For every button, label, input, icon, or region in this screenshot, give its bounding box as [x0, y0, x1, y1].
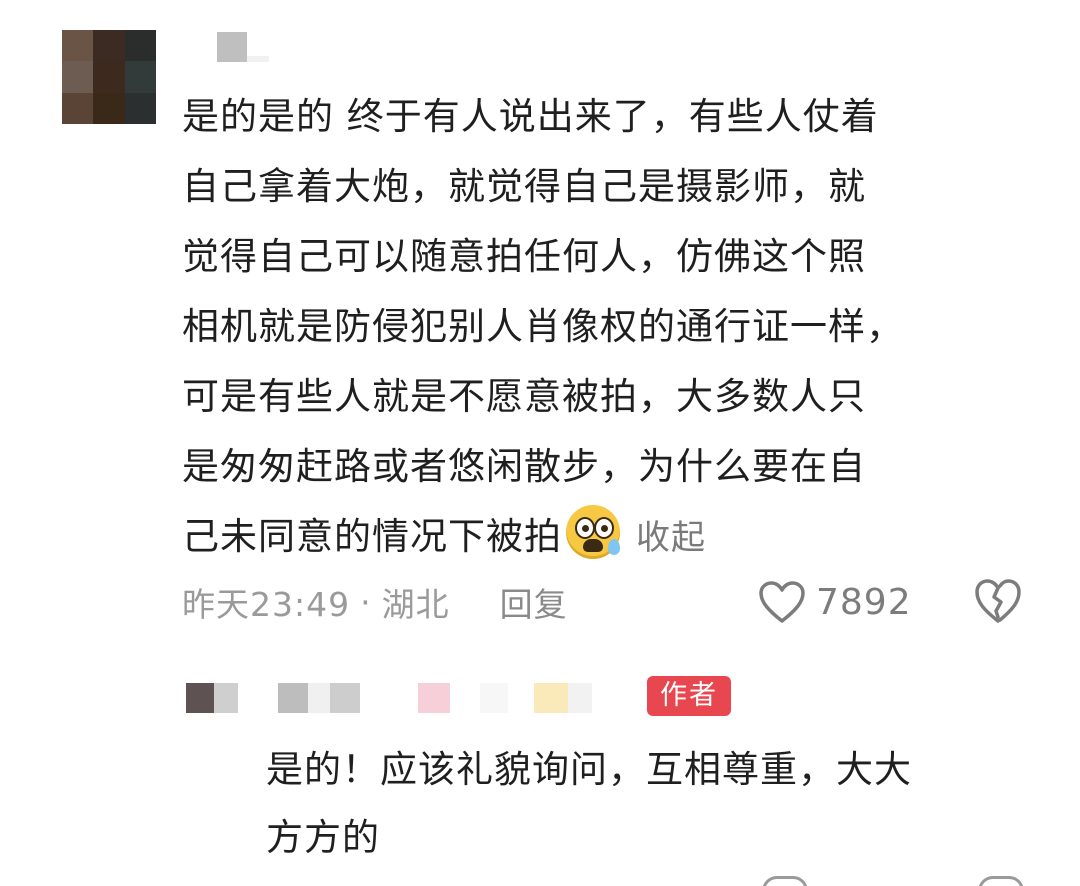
like-button[interactable]: 7892	[758, 578, 912, 626]
meta-separator: ·	[360, 582, 372, 622]
username-pixel	[450, 683, 480, 713]
username-pixel	[217, 32, 247, 62]
comment-body: 是的是的 终于有人说出来了，有些人仗着 自己拿着大炮，就觉得自己是摄影师，就 觉…	[182, 82, 1042, 573]
avatar-pixel	[93, 30, 125, 62]
username-pixel	[568, 683, 592, 713]
avatar-pixel	[62, 30, 94, 62]
comment-line: 相机就是防侵犯别人肖像权的通行证一样，	[182, 305, 904, 348]
comment-screen: 是的是的 终于有人说出来了，有些人仗着 自己拿着大炮，就觉得自己是摄影师，就 觉…	[0, 0, 1080, 886]
collapse-link[interactable]: 收起	[636, 518, 706, 558]
username-pixel	[330, 683, 360, 713]
username-pixel	[308, 683, 330, 713]
heart-icon	[759, 581, 805, 623]
avatar-pixel	[93, 61, 125, 93]
username-pixel	[508, 683, 534, 713]
comment-time: 昨天23:49	[182, 585, 351, 624]
anxious-face-with-sweat-icon	[564, 505, 622, 559]
comment-last-line-row: 己未同意的情况下被拍 收起	[182, 502, 1042, 573]
next-dislike-icon-partial	[978, 876, 1024, 886]
username-pixel	[214, 683, 238, 713]
comment-line: 自己拿着大炮，就觉得自己是摄影师，就	[182, 165, 866, 208]
avatar[interactable]	[62, 30, 156, 124]
avatar-pixel	[124, 61, 156, 93]
comment-line: 己未同意的情况下被拍	[182, 515, 562, 558]
like-count: 7892	[816, 581, 912, 623]
reply-line: 方方的	[266, 816, 380, 859]
username-pixel	[534, 683, 568, 713]
comment-line: 可是有些人就是不愿意被拍，大多数人只	[182, 375, 866, 418]
comment-line: 觉得自己可以随意拍任何人，仿佛这个照	[182, 235, 866, 278]
reply-username[interactable]	[186, 683, 592, 713]
avatar-pixel	[124, 92, 156, 124]
reply-line: 是的！应该礼貌询问，互相尊重，大大	[266, 748, 912, 791]
comment-username[interactable]	[217, 32, 269, 62]
comment-location: 湖北	[381, 585, 450, 624]
avatar-pixel	[93, 92, 125, 124]
next-like-icon-partial	[762, 876, 808, 886]
avatar-pixel	[62, 92, 94, 124]
username-pixel	[480, 683, 508, 713]
comment-line: 是匆匆赶路或者悠闲散步，为什么要在自	[182, 445, 866, 488]
username-pixel	[247, 56, 269, 62]
username-pixel	[418, 683, 450, 713]
author-badge: 作者	[647, 676, 731, 716]
username-pixel	[238, 683, 278, 713]
reply-button[interactable]: 回复	[500, 578, 568, 626]
avatar-pixel	[62, 61, 94, 93]
broken-heart-icon	[975, 579, 1021, 623]
dislike-button[interactable]	[973, 577, 1023, 625]
username-pixel	[360, 683, 418, 713]
username-pixel	[278, 683, 308, 713]
username-pixel	[186, 683, 214, 713]
reply-body: 是的！应该礼貌询问，互相尊重，大大 方方的	[266, 736, 1056, 872]
comment-line: 是的是的 终于有人说出来了，有些人仗着	[182, 95, 879, 138]
comment-meta: 昨天23:49 · 湖北 回复	[182, 578, 568, 626]
avatar-pixel	[124, 30, 156, 62]
